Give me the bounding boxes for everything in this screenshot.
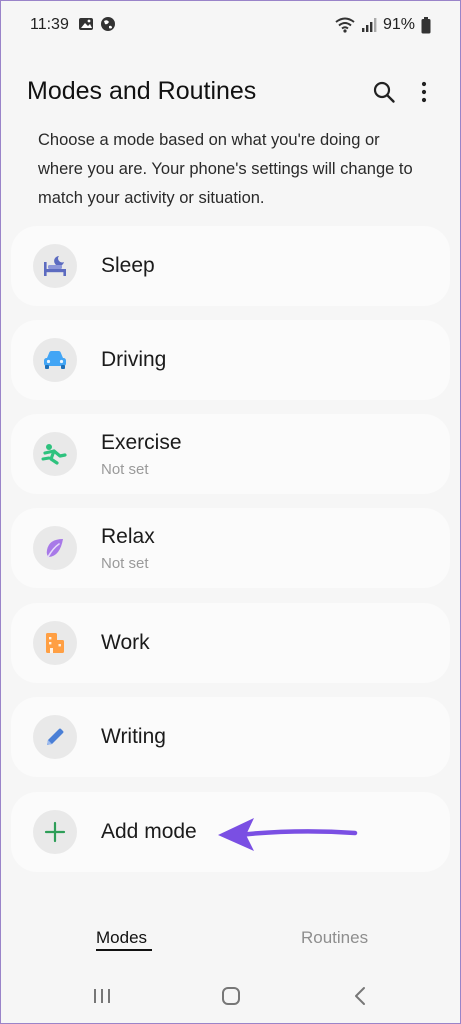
globe-icon xyxy=(101,17,115,31)
pencil-icon xyxy=(33,715,77,759)
battery-percent: 91% xyxy=(382,16,415,33)
mode-card-sleep[interactable]: Sleep xyxy=(11,226,450,306)
runner-icon xyxy=(33,432,77,476)
mode-label: Work xyxy=(101,631,150,654)
mode-label: Writing xyxy=(101,725,166,748)
mode-card-exercise[interactable]: Exercise Not set xyxy=(11,414,450,494)
mode-status: Not set xyxy=(101,555,149,572)
tab-routines[interactable]: Routines xyxy=(301,928,368,948)
page-description: Choose a mode based on what you're doing… xyxy=(38,131,413,207)
back-icon[interactable] xyxy=(352,985,368,1007)
plus-icon xyxy=(33,810,77,854)
status-time: 11:39 xyxy=(30,16,69,33)
recent-apps-icon[interactable] xyxy=(92,985,112,1007)
mode-label: Sleep xyxy=(101,254,155,277)
status-system: 91% xyxy=(335,16,431,34)
gallery-icon xyxy=(79,18,93,30)
add-mode-label: Add mode xyxy=(101,820,197,843)
car-icon xyxy=(33,338,77,382)
arrow-left-icon xyxy=(218,818,358,851)
home-icon[interactable] xyxy=(221,985,241,1007)
signal-icon xyxy=(361,18,377,32)
mode-label: Driving xyxy=(101,348,167,371)
search-icon[interactable] xyxy=(372,80,396,104)
bed-moon-icon xyxy=(33,244,77,288)
building-icon xyxy=(33,621,77,665)
mode-card-relax[interactable]: Relax Not set xyxy=(11,508,450,588)
active-tab-indicator xyxy=(96,949,152,951)
tab-modes[interactable]: Modes xyxy=(96,928,147,948)
status-notifications xyxy=(78,16,116,32)
page-title: Modes and Routines xyxy=(27,77,257,105)
mode-card-work[interactable]: Work xyxy=(11,603,450,683)
battery-icon xyxy=(421,16,431,33)
wifi-icon xyxy=(335,17,355,33)
status-bar: 11:39 91% xyxy=(0,0,461,52)
leaf-icon xyxy=(33,526,77,570)
more-options-icon[interactable] xyxy=(415,80,433,104)
mode-card-writing[interactable]: Writing xyxy=(11,697,450,777)
mode-label: Exercise xyxy=(101,431,182,454)
mode-status: Not set xyxy=(101,461,149,478)
mode-card-driving[interactable]: Driving xyxy=(11,320,450,400)
mode-label: Relax xyxy=(101,525,155,548)
